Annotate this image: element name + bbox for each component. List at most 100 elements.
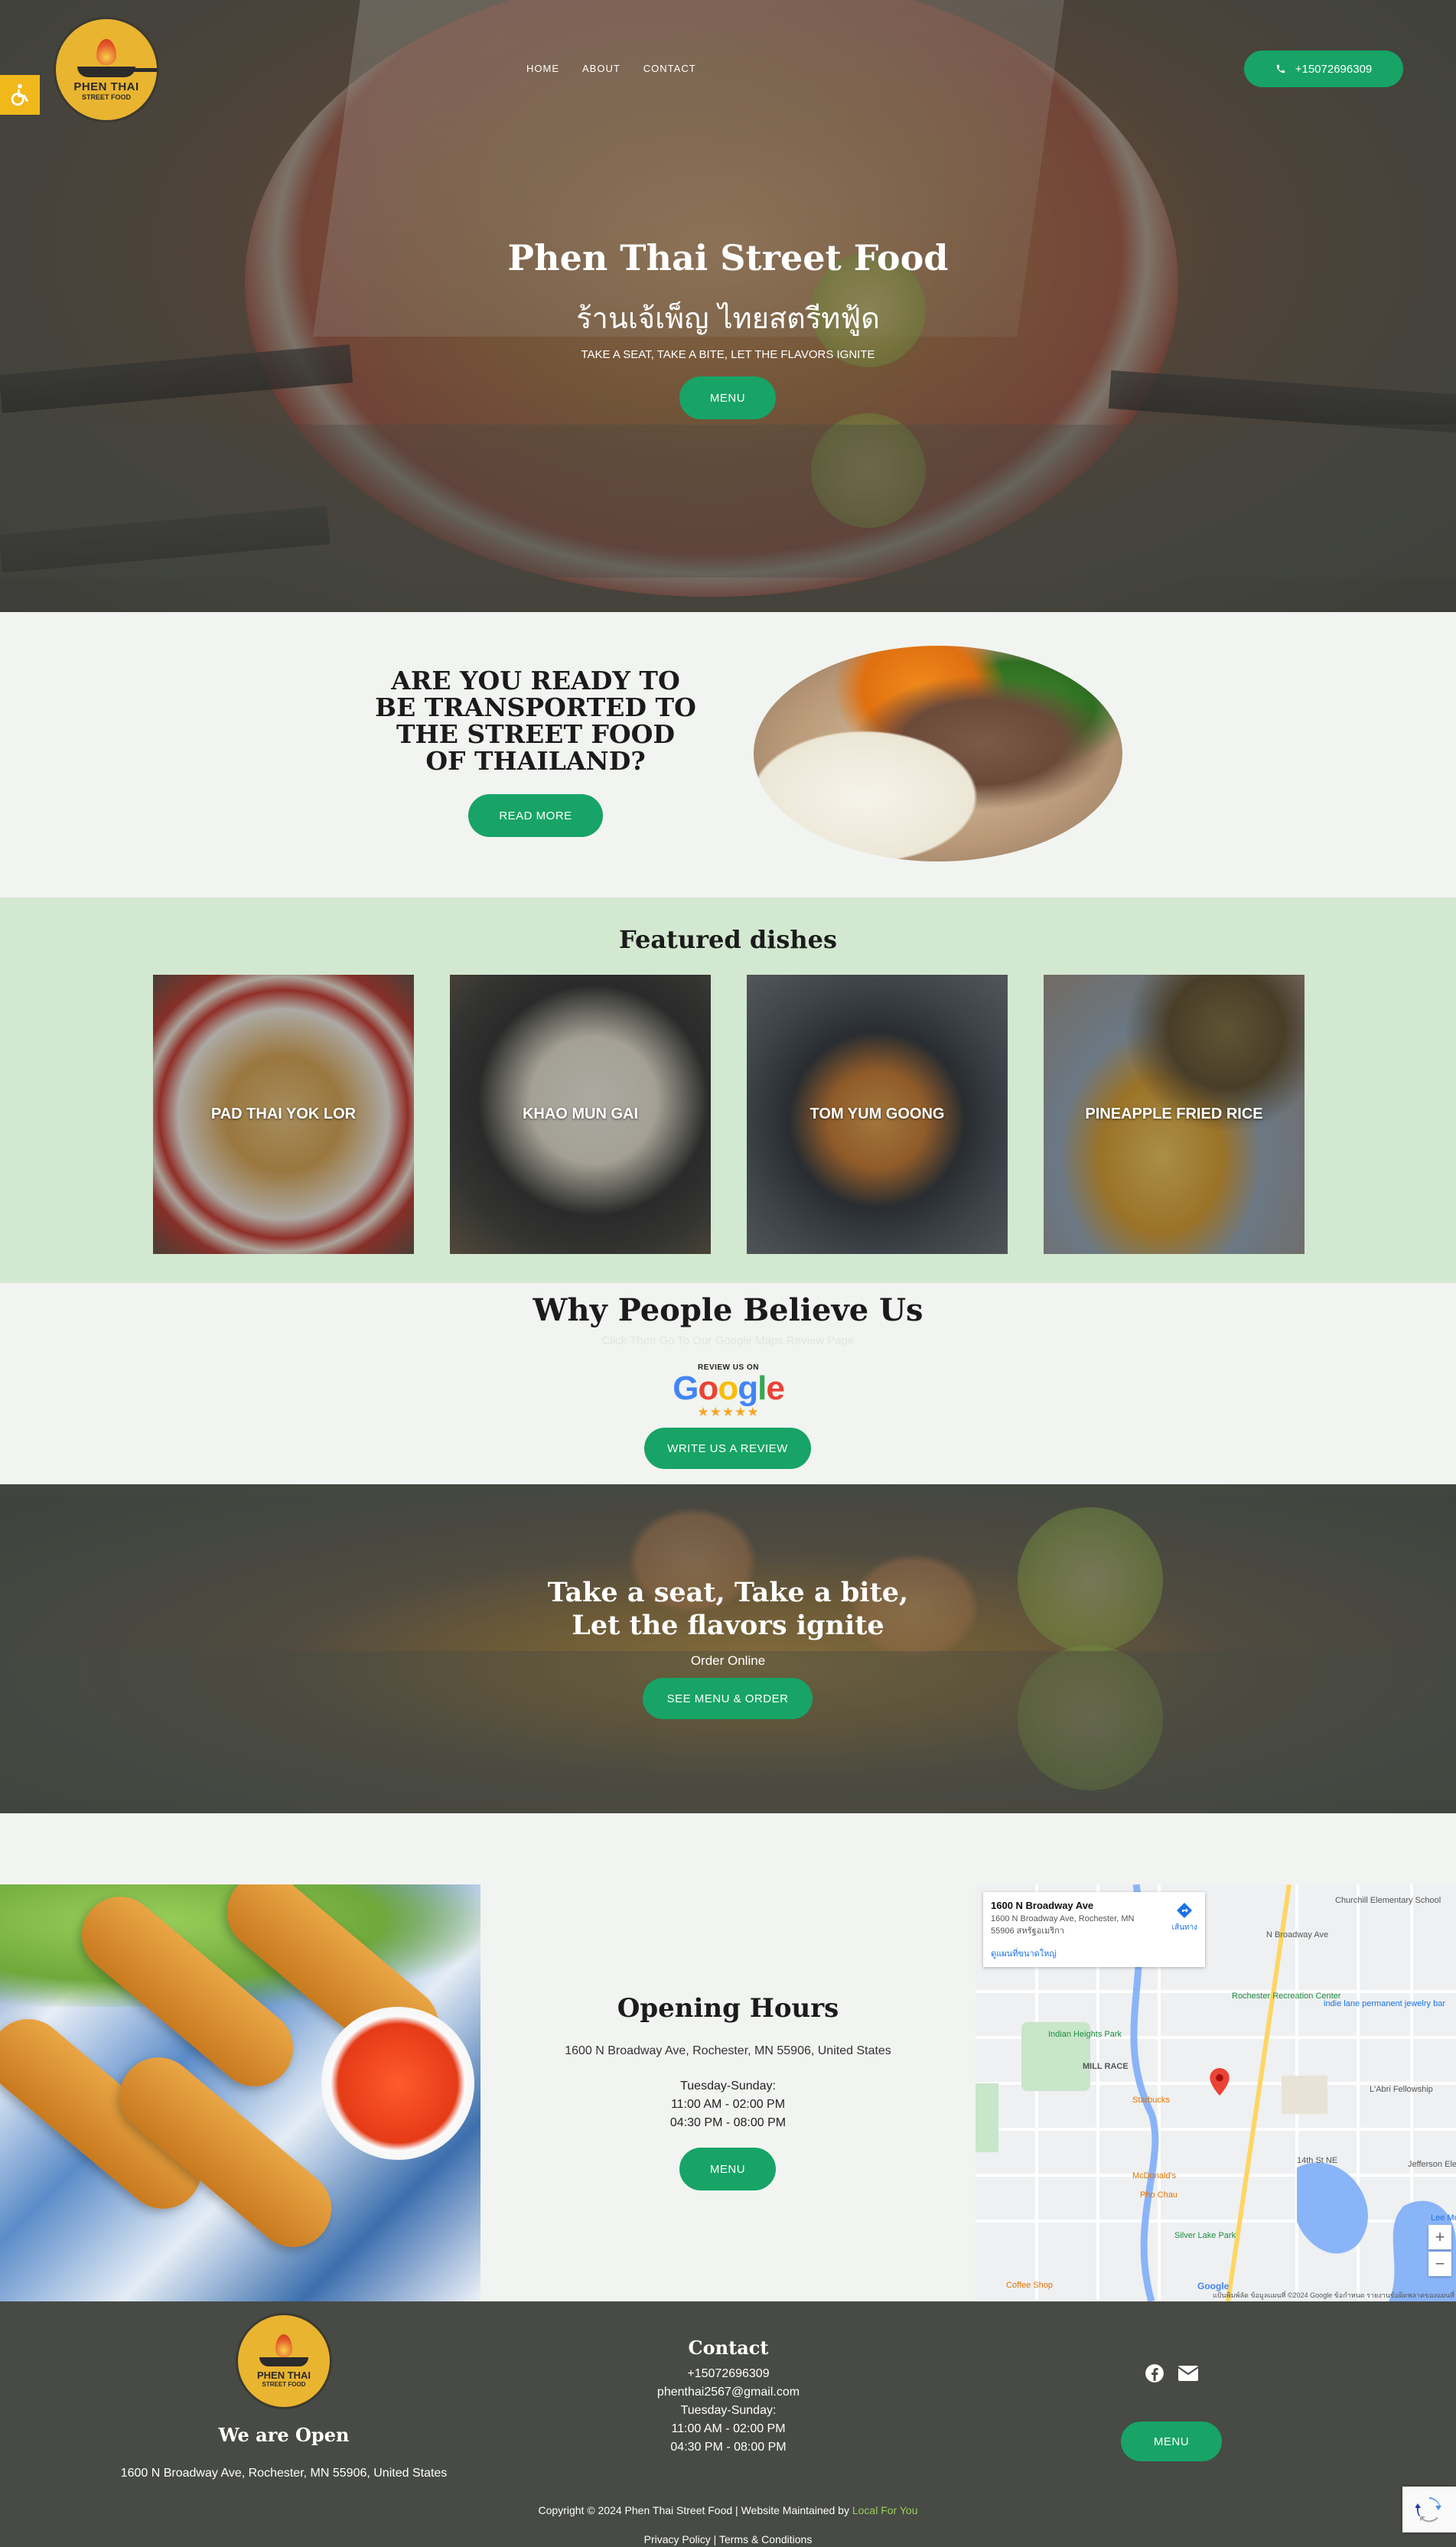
site-logo[interactable]: PHEN THAI STREET FOOD <box>54 17 159 122</box>
main-nav: HOME ABOUT CONTACT <box>526 63 696 74</box>
dish-card[interactable]: PAD THAI YOK LOR <box>153 975 414 1254</box>
map-label: MILL RACE <box>1083 2062 1129 2071</box>
rating-stars: ★★★★★ <box>697 1405 760 1419</box>
hours-menu-button[interactable]: MENU <box>679 2148 776 2190</box>
dish-card[interactable]: KHAO MUN GAI <box>450 975 711 1254</box>
nav-contact[interactable]: CONTACT <box>643 63 696 74</box>
dish-label: PINEAPPLE FRIED RICE <box>1085 1106 1263 1122</box>
cta-band <box>0 1651 1456 1800</box>
intro-section: ARE YOU READY TO BE TRANSPORTED TO THE S… <box>0 612 1456 897</box>
reviews-title: Why People Believe Us <box>533 1292 923 1328</box>
hero-menu-button[interactable]: MENU <box>679 376 776 419</box>
footer-address: 1600 N Broadway Ave, Rochester, MN 55906… <box>120 2467 448 2480</box>
dish-card[interactable]: PINEAPPLE FRIED RICE <box>1044 975 1305 1254</box>
map-label: Jefferson Elementary School <box>1408 2160 1456 2169</box>
hero-band <box>0 425 1456 578</box>
map-zoom-in-button[interactable]: + <box>1428 2225 1451 2249</box>
flame-icon <box>275 2334 292 2357</box>
copyright-text: Copyright © 2024 Phen Thai Street Food |… <box>538 2504 852 2516</box>
footer-phone[interactable]: +15072696309 <box>575 2365 881 2383</box>
map-larger-link[interactable]: ดูแผนที่ขนาดใหญ่ <box>991 1946 1197 1960</box>
cta-title-line1: Take a seat, Take a bite, <box>547 1577 909 1608</box>
read-more-button[interactable]: READ MORE <box>468 794 603 837</box>
nav-about[interactable]: ABOUT <box>582 63 621 74</box>
wok-icon <box>259 2357 308 2366</box>
map-zoom-out-button[interactable]: − <box>1428 2252 1451 2276</box>
facebook-icon[interactable] <box>1144 2363 1165 2384</box>
social-links <box>1144 2363 1199 2384</box>
privacy-link[interactable]: Privacy Policy <box>644 2533 711 2545</box>
directions-icon <box>1177 1903 1193 1918</box>
terms-link[interactable]: Terms & Conditions <box>719 2533 812 2545</box>
google-review-badge[interactable]: REVIEW US ON Google ★★★★★ <box>667 1363 790 1422</box>
map-label: indie lane permanent jewelry bar <box>1324 1999 1445 2008</box>
footer-contact: Contact +15072696309 phenthai2567@gmail.… <box>575 2337 881 2457</box>
cta-subtitle: Order Online <box>690 1653 766 1668</box>
accessibility-button[interactable] <box>0 75 40 115</box>
hero-thai-title: ร้านเจ้เพ็ญ ไทยสตรีทฟู้ด <box>576 301 880 335</box>
nav-home[interactable]: HOME <box>526 63 559 74</box>
map-label: Starbucks <box>1132 2096 1170 2105</box>
cta-title-line2: Let the flavors ignite <box>572 1610 884 1641</box>
envelope-icon[interactable] <box>1178 2363 1199 2384</box>
opening-hours-title: Opening Hours <box>617 1993 839 2024</box>
map-label: McDonald's <box>1132 2171 1177 2181</box>
wok-icon <box>77 66 157 77</box>
map-pin-icon[interactable] <box>1210 2068 1230 2096</box>
map-directions-label: เส้นทาง <box>1171 1923 1197 1932</box>
map-label: Coffee Shop <box>1006 2281 1053 2290</box>
map-place-name: 1600 N Broadway Ave <box>991 1900 1094 1911</box>
spring-rolls-image <box>0 1884 480 2301</box>
recaptcha-icon <box>1415 2497 1441 2523</box>
write-review-button[interactable]: WRITE US A REVIEW <box>644 1428 811 1469</box>
map-label: 14th St NE <box>1297 2156 1338 2165</box>
site-footer: PHEN THAI STREET FOOD We are Open 1600 N… <box>0 2301 1456 2547</box>
hero-section: PHEN THAI STREET FOOD HOME ABOUT CONTACT… <box>0 0 1456 612</box>
footer-email[interactable]: phenthai2567@gmail.com <box>575 2383 881 2402</box>
dish-card[interactable]: TOM YUM GOONG <box>747 975 1008 1254</box>
sauce-bowl <box>321 2007 474 2160</box>
hours-days: Tuesday-Sunday: <box>680 2080 776 2093</box>
logo-line1: PHEN THAI <box>73 80 139 93</box>
legal-separator: | <box>713 2533 719 2545</box>
map-label: Pho Chau <box>1140 2190 1178 2200</box>
copyright: Copyright © 2024 Phen Thai Street Food |… <box>0 2504 1456 2516</box>
see-menu-order-button[interactable]: SEE MENU & ORDER <box>643 1678 813 1719</box>
footer-days: Tuesday-Sunday: <box>680 2404 777 2417</box>
hours-slot-2: 04:30 PM - 08:00 PM <box>669 2116 787 2129</box>
cta-band <box>0 1484 1456 1497</box>
footer-slot-2: 04:30 PM - 08:00 PM <box>670 2441 787 2454</box>
phone-icon <box>1276 64 1285 73</box>
hours-schedule: Tuesday-Sunday: 11:00 AM - 02:00 PM 04:3… <box>480 2077 976 2132</box>
map-label: L'Abri Fellowship <box>1370 2085 1433 2094</box>
dish-label: PAD THAI YOK LOR <box>210 1106 357 1122</box>
flame-icon <box>96 38 116 65</box>
cta-title: Take a seat, Take a bite, Let the flavor… <box>0 1576 1456 1642</box>
footer-logo-line1: PHEN THAI <box>256 2369 311 2381</box>
google-map[interactable]: 1600 N Broadway Ave 1600 N Broadway Ave,… <box>976 1884 1456 2301</box>
footer-contact-title: Contact <box>688 2337 769 2359</box>
featured-title: Featured dishes <box>618 925 838 954</box>
reviews-hint: Click Then Go To Our Google Maps Review … <box>601 1334 855 1347</box>
phone-button[interactable]: +15072696309 <box>1244 50 1403 87</box>
footer-menu-button[interactable]: MENU <box>1121 2422 1222 2461</box>
wheelchair-icon <box>11 83 29 106</box>
map-label: Silver Lake Park <box>1174 2231 1236 2240</box>
hero-title: Phen Thai Street Food <box>507 237 949 278</box>
featured-section: Featured dishes PAD THAI YOK LOR KHAO MU… <box>0 897 1456 1283</box>
legal-links: Privacy Policy | Terms & Conditions <box>0 2533 1456 2545</box>
reviews-section: Why People Believe Us Click Then Go To O… <box>0 1283 1456 1484</box>
hero-tagline: TAKE A SEAT, TAKE A BITE, LET THE FLAVOR… <box>581 348 875 361</box>
dish-label: TOM YUM GOONG <box>809 1106 945 1122</box>
google-logo: Google <box>673 1370 785 1407</box>
footer-slot-1: 11:00 AM - 02:00 PM <box>671 2422 786 2435</box>
map-directions[interactable]: เส้นทาง <box>1172 1901 1197 1933</box>
map-label: Indian Heights Park <box>1048 2030 1122 2039</box>
intro-food-image <box>754 646 1122 861</box>
map-google-logo: Google <box>1197 2281 1230 2291</box>
phone-number: +15072696309 <box>1295 62 1373 76</box>
hours-section: Opening Hours 1600 N Broadway Ave, Roche… <box>0 1813 1456 2301</box>
recaptcha-badge[interactable] <box>1402 2487 1456 2532</box>
footer-logo[interactable]: PHEN THAI STREET FOOD <box>236 2313 332 2409</box>
maintainer-link[interactable]: Local For You <box>852 2504 918 2516</box>
